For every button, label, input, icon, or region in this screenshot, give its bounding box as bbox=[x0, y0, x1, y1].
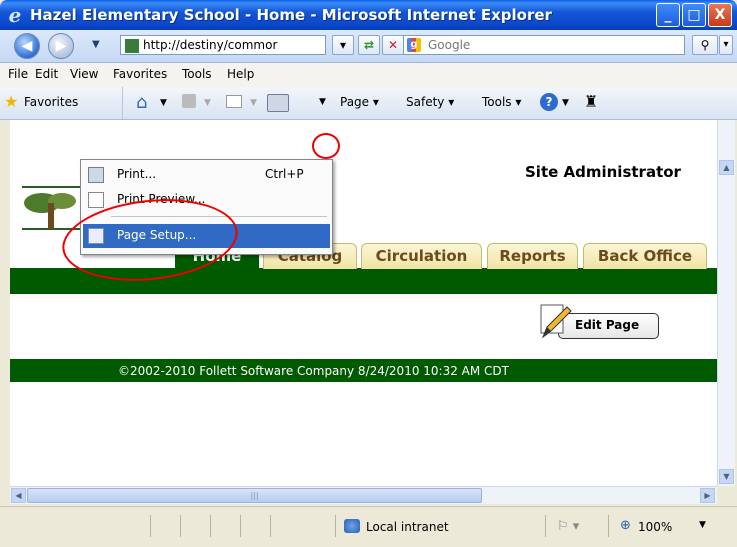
footer-text: ©2002-2010 Follett Software Company 8/24… bbox=[118, 364, 509, 378]
search-input[interactable]: g Google bbox=[403, 35, 685, 55]
tools-menu[interactable]: Tools ▾ bbox=[482, 95, 521, 109]
command-bar: ★ Favorites ⌂ ▼ ▼ ▼ ▼ Page ▾ Safety ▾ To… bbox=[0, 87, 737, 120]
horizontal-scrollbar[interactable]: ◀ ||| ▶ bbox=[10, 486, 717, 504]
address-dropdown-button[interactable]: ▾ bbox=[332, 35, 354, 55]
menu-view[interactable]: View bbox=[70, 67, 98, 81]
home-dropdown-icon[interactable]: ▼ bbox=[160, 98, 167, 108]
menu-tools[interactable]: Tools bbox=[182, 67, 212, 81]
menu-item-print[interactable]: Print... Ctrl+P bbox=[83, 163, 330, 187]
print-dropdown-icon[interactable]: ▼ bbox=[319, 97, 326, 107]
tab-circulation[interactable]: Circulation bbox=[361, 243, 482, 269]
scroll-left-icon[interactable]: ◀ bbox=[11, 488, 26, 503]
zoom-dropdown-icon[interactable]: ▼ bbox=[699, 520, 706, 530]
page-menu[interactable]: Page ▾ bbox=[340, 95, 379, 109]
divider bbox=[545, 515, 546, 537]
address-toolbar: ◀ ▶ ▼ http://destiny/commor ▾ ⇄ ✕ g Goog… bbox=[0, 30, 737, 63]
home-icon[interactable]: ⌂ bbox=[136, 92, 147, 113]
divider bbox=[270, 515, 271, 537]
edit-page-label: Edit Page bbox=[575, 318, 640, 332]
printer-icon[interactable] bbox=[267, 94, 289, 112]
annotation-circle-print-arrow bbox=[312, 133, 340, 159]
search-options-button[interactable]: ▾ bbox=[719, 35, 733, 55]
mail-icon[interactable] bbox=[226, 95, 242, 108]
status-bar: Local intranet ⚐ ▾ ⊕ 100% ▼ bbox=[0, 506, 737, 547]
divider bbox=[240, 515, 241, 537]
scroll-thumb[interactable]: ||| bbox=[27, 488, 482, 503]
minimize-button[interactable]: _ bbox=[656, 3, 680, 27]
scroll-up-icon[interactable]: ▲ bbox=[719, 160, 734, 175]
menu-edit[interactable]: Edit bbox=[35, 67, 58, 81]
google-icon: g bbox=[407, 38, 421, 52]
title-bar: e Hazel Elementary School - Home - Micro… bbox=[0, 0, 737, 30]
zoom-icon[interactable]: ⊕ bbox=[620, 518, 631, 533]
tab-reports[interactable]: Reports bbox=[487, 243, 578, 269]
pencil-icon bbox=[540, 304, 572, 339]
close-button[interactable]: X bbox=[708, 3, 732, 27]
window-title: Hazel Elementary School - Home - Microso… bbox=[30, 6, 552, 24]
maximize-button[interactable]: □ bbox=[682, 3, 706, 27]
search-icon[interactable]: ⚲ bbox=[692, 35, 718, 55]
address-text: http://destiny/commor bbox=[143, 38, 278, 52]
divider bbox=[608, 515, 609, 537]
vertical-scrollbar[interactable]: ▲ ▼ bbox=[717, 159, 735, 486]
refresh-icon[interactable]: ⇄ bbox=[358, 35, 380, 55]
ie-window: e Hazel Elementary School - Home - Micro… bbox=[0, 0, 737, 547]
menu-bar: File Edit View Favorites Tools Help bbox=[0, 63, 737, 88]
print-preview-icon bbox=[88, 192, 104, 208]
back-icon[interactable]: ◀ bbox=[14, 33, 40, 59]
research-icon[interactable]: ♜ bbox=[584, 92, 598, 111]
site-admin-label: Site Administrator bbox=[525, 163, 681, 181]
history-dropdown-icon[interactable]: ▼ bbox=[92, 39, 100, 50]
scroll-down-icon[interactable]: ▼ bbox=[719, 469, 734, 484]
site-favicon-icon bbox=[125, 39, 139, 53]
star-icon: ★ bbox=[4, 92, 19, 111]
favorites-button[interactable]: Favorites bbox=[24, 95, 78, 109]
intranet-icon bbox=[344, 519, 360, 533]
divider bbox=[180, 515, 181, 537]
printer-icon bbox=[88, 167, 104, 183]
menu-favorites[interactable]: Favorites bbox=[113, 67, 167, 81]
menu-file[interactable]: File bbox=[8, 67, 28, 81]
safety-menu[interactable]: Safety ▾ bbox=[406, 95, 454, 109]
tab-back-office[interactable]: Back Office bbox=[583, 243, 707, 269]
mail-dropdown-icon: ▼ bbox=[250, 98, 257, 108]
divider bbox=[335, 515, 336, 537]
protected-mode-icon[interactable]: ⚐ ▾ bbox=[557, 519, 579, 534]
help-dropdown-icon[interactable]: ▼ bbox=[562, 98, 569, 108]
divider bbox=[122, 87, 123, 119]
feeds-dropdown-icon: ▼ bbox=[204, 98, 211, 108]
ie-logo-icon: e bbox=[8, 3, 22, 27]
stop-icon[interactable]: ✕ bbox=[382, 35, 404, 55]
zoom-level[interactable]: 100% bbox=[638, 520, 672, 534]
address-input[interactable]: http://destiny/commor bbox=[120, 35, 326, 55]
search-placeholder: Google bbox=[428, 38, 471, 52]
feeds-icon[interactable] bbox=[182, 94, 196, 108]
forward-icon[interactable]: ▶ bbox=[48, 33, 74, 59]
help-icon[interactable]: ? bbox=[540, 93, 558, 111]
page-top bbox=[10, 120, 717, 159]
scroll-right-icon[interactable]: ▶ bbox=[700, 488, 715, 503]
scrollbar-top bbox=[717, 120, 735, 159]
menu-help[interactable]: Help bbox=[227, 67, 254, 81]
divider bbox=[150, 515, 151, 537]
zone-label: Local intranet bbox=[366, 520, 449, 534]
divider bbox=[210, 515, 211, 537]
